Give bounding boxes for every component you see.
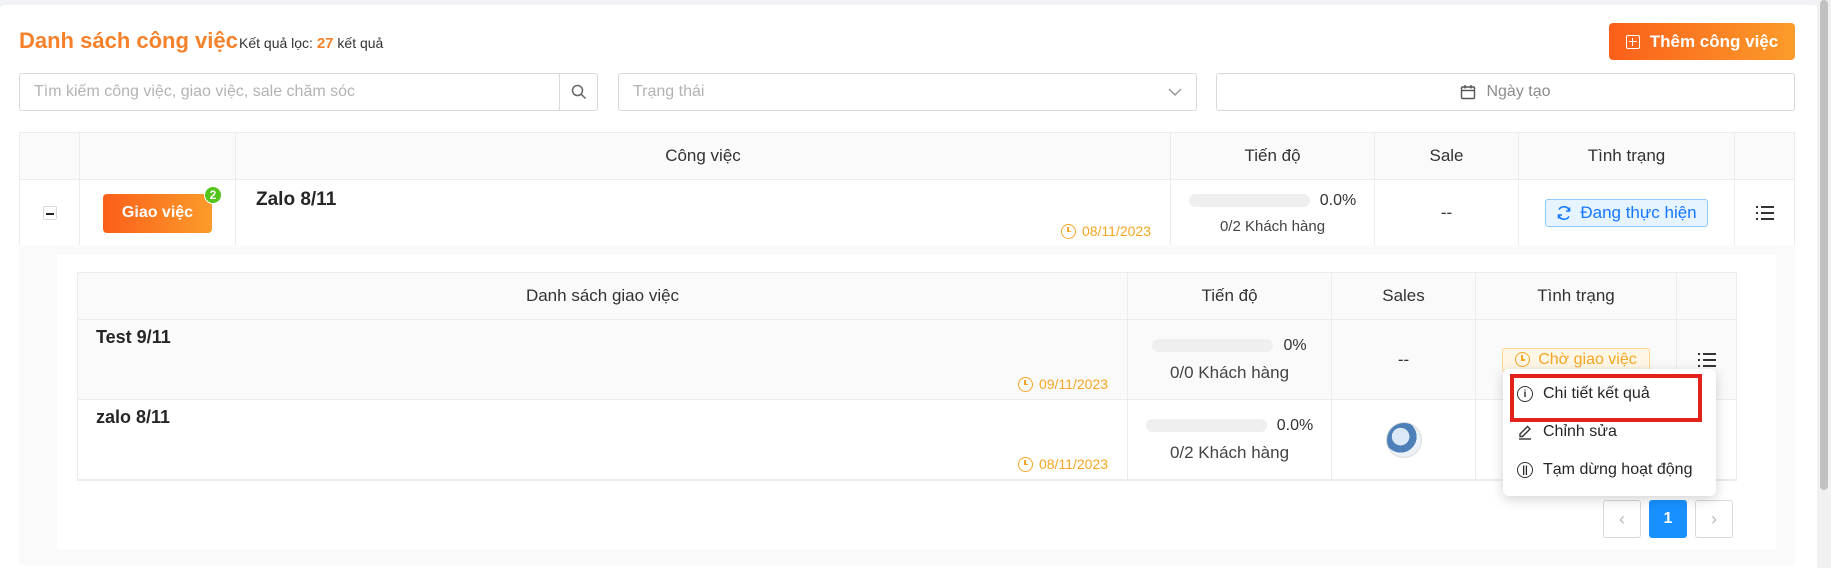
assignment-date: 09/11/2023	[1017, 376, 1108, 392]
filter-result-text: Kết quả lọc: 27 kết quả	[239, 35, 383, 52]
progress-customers: 0/2 Khách hàng	[1219, 217, 1326, 235]
filter-label: Kết quả lọc:	[239, 35, 313, 51]
assignment-date-text: 08/11/2023	[1038, 456, 1108, 472]
progress-percent: 0.0%	[1276, 416, 1314, 434]
header-task: Công việc	[236, 133, 1171, 179]
search-box	[19, 73, 598, 111]
page-scrollbar[interactable]	[1817, 0, 1831, 568]
prev-page-button[interactable]: ‹	[1603, 500, 1641, 538]
chevron-down-icon	[1168, 87, 1182, 96]
calendar-icon	[1461, 85, 1476, 100]
assignment-date-text: 09/11/2023	[1038, 376, 1108, 392]
expand-cell	[20, 180, 80, 246]
header-sub-menu	[1677, 273, 1736, 319]
sales-cell: --	[1332, 320, 1476, 399]
assignment-table-header: Danh sách giao việc Tiến độ Sales Tình t…	[78, 273, 1736, 320]
status-badge: Đang thực hiện	[1545, 199, 1708, 227]
header-sale: Sale	[1375, 133, 1519, 179]
status-badge-label: Chờ giao việc	[1538, 350, 1637, 368]
page-1-button[interactable]: 1	[1649, 500, 1687, 538]
progress-percent: 0.0%	[1319, 191, 1357, 209]
scrollbar-thumb[interactable]	[1820, 0, 1828, 490]
assignment-cell: Test 9/11 09/11/2023	[78, 320, 1128, 399]
task-table-header: Công việc Tiến độ Sale Tình trạng	[20, 133, 1794, 180]
assignment-date: 08/11/2023	[1017, 456, 1108, 472]
assignment-cell: zalo 8/11 08/11/2023	[78, 400, 1128, 479]
header-expand	[20, 133, 80, 179]
menu-cell	[1735, 180, 1794, 246]
progress-customers: 0/2 Khách hàng	[1169, 442, 1290, 462]
list-menu-icon[interactable]	[1697, 352, 1716, 367]
assign-cell: Giao việc 2	[80, 180, 236, 246]
progress-customers: 0/0 Khách hàng	[1169, 362, 1290, 382]
assign-button[interactable]: Giao việc 2	[103, 185, 222, 233]
plus-square-icon	[1625, 34, 1640, 49]
status-select-placeholder: Trạng thái	[633, 83, 705, 100]
sub-progress-cell: 0.0% 0/2 Khách hàng	[1128, 400, 1332, 479]
progress-cell: 0.0% 0/2 Khách hàng	[1171, 180, 1375, 246]
task-date: 08/11/2023	[1060, 223, 1151, 239]
header-action	[80, 133, 236, 179]
assignment-title[interactable]: Test 9/11	[96, 327, 171, 348]
clock-icon	[1017, 456, 1033, 472]
next-page-button[interactable]: ›	[1695, 500, 1733, 538]
status-cell: Đang thực hiện	[1519, 180, 1735, 246]
header-menu	[1735, 133, 1794, 179]
assign-count-badge: 2	[204, 185, 222, 204]
search-icon	[571, 84, 586, 100]
table-row: Giao việc 2 Zalo 8/11 08/11/2023 0.0% 0/…	[20, 180, 1794, 247]
task-cell: Zalo 8/11 08/11/2023	[236, 180, 1171, 246]
task-title[interactable]: Zalo 8/11	[256, 189, 336, 211]
header-status: Tình trạng	[1519, 133, 1735, 179]
progress-percent: 0%	[1283, 336, 1307, 354]
status-select[interactable]: Trạng thái	[618, 73, 1197, 111]
list-menu-icon[interactable]	[1755, 206, 1774, 220]
edit-icon	[1519, 425, 1531, 440]
assign-button-label: Giao việc	[121, 204, 194, 221]
page-title: Danh sách công việc	[19, 28, 238, 53]
date-picker[interactable]: Ngày tạo	[1216, 73, 1795, 111]
header-sub-progress: Tiến độ	[1128, 273, 1332, 319]
clock-icon	[1017, 376, 1033, 392]
sales-cell	[1332, 400, 1476, 479]
header-sales: Sales	[1332, 273, 1476, 319]
add-task-button[interactable]: Thêm công việc	[1609, 23, 1795, 60]
header-assignment-list: Danh sách giao việc	[78, 273, 1128, 319]
header-sub-status: Tình trạng	[1476, 273, 1677, 319]
table-row: zalo 8/11 08/11/2023 0.0% 0/2 Khách hàng	[78, 400, 1736, 480]
add-task-label: Thêm công việc	[1649, 31, 1779, 51]
avatar[interactable]	[1385, 421, 1422, 458]
menu-item-pause[interactable]: || Tạm dừng hoạt động	[1503, 451, 1716, 489]
collapse-button[interactable]	[42, 206, 57, 220]
task-table: Công việc Tiến độ Sale Tình trạng Giao v…	[19, 132, 1795, 248]
status-badge-label: Đang thực hiện	[1580, 203, 1697, 222]
date-picker-label: Ngày tạo	[1486, 83, 1551, 100]
clock-icon	[1060, 223, 1076, 239]
menu-item-label: Chỉnh sửa	[1543, 423, 1617, 440]
assignment-title[interactable]: zalo 8/11	[96, 407, 170, 428]
progress-bar	[1152, 339, 1274, 352]
search-input[interactable]	[20, 74, 559, 110]
progress-bar	[1145, 419, 1267, 432]
pause-icon: ||	[1517, 462, 1533, 478]
filter-count: 27	[316, 35, 334, 52]
header-progress: Tiến độ	[1171, 133, 1375, 179]
status-badge: Chờ giao việc	[1502, 347, 1650, 372]
assignment-table: Danh sách giao việc Tiến độ Sales Tình t…	[77, 272, 1737, 481]
filter-suffix: kết quả	[337, 35, 384, 51]
progress-bar	[1188, 194, 1310, 207]
clock-icon	[1515, 352, 1531, 367]
task-date-text: 08/11/2023	[1081, 223, 1151, 239]
highlight-box	[1510, 374, 1702, 422]
sub-progress-cell: 0% 0/0 Khách hàng	[1128, 320, 1332, 399]
sync-icon	[1558, 205, 1571, 221]
search-button[interactable]	[559, 74, 597, 110]
pagination: ‹ 1 ›	[1603, 500, 1733, 538]
menu-item-label: Tạm dừng hoạt động	[1543, 461, 1693, 478]
table-row: Test 9/11 09/11/2023 0% 0/0 Khách hàng -…	[78, 320, 1736, 400]
sale-cell: --	[1375, 180, 1519, 246]
